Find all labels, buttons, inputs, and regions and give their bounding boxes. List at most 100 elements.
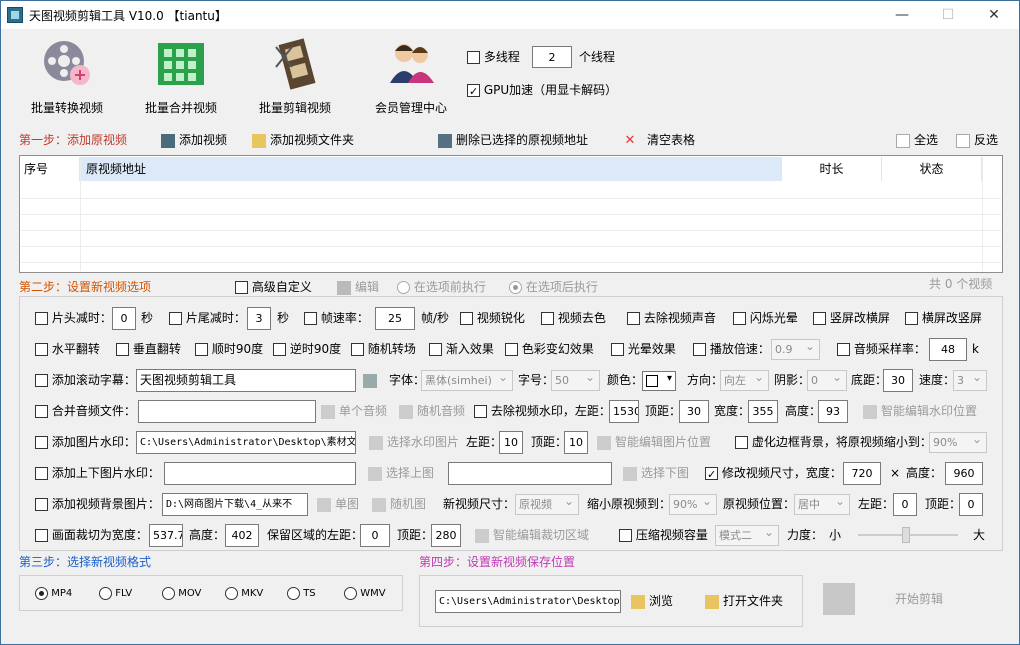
h2v-checkbox[interactable] bbox=[905, 312, 918, 325]
clear-table-button[interactable]: ✕ 清空表格 bbox=[623, 130, 695, 150]
rot90-checkbox[interactable] bbox=[195, 343, 208, 356]
rotm90-option[interactable]: 逆时90度 bbox=[273, 339, 341, 359]
blur-select[interactable]: 90% bbox=[929, 432, 987, 453]
col-duration[interactable]: 时长 bbox=[782, 157, 882, 181]
start-button[interactable]: 开始剪辑 bbox=[895, 589, 943, 609]
tail-cut-option[interactable]: 片尾减时： bbox=[169, 308, 246, 328]
fadein-option[interactable]: 渐入效果 bbox=[429, 339, 494, 359]
multithread-option[interactable]: 多线程 bbox=[467, 47, 520, 67]
dir-select[interactable]: 向左 bbox=[720, 370, 769, 391]
blur-bg-checkbox[interactable] bbox=[735, 436, 748, 449]
crop-width-input[interactable]: 537.7 bbox=[149, 524, 183, 547]
light-checkbox[interactable] bbox=[611, 343, 624, 356]
remove-audio-option[interactable]: 去除视频声音 bbox=[627, 308, 716, 328]
tb-wm-checkbox[interactable] bbox=[35, 467, 48, 480]
format-mp4[interactable]: MP4 bbox=[35, 584, 72, 604]
sharpen-checkbox[interactable] bbox=[460, 312, 473, 325]
shadow-select[interactable]: 0 bbox=[807, 370, 847, 391]
light-option[interactable]: 光晕效果 bbox=[611, 339, 676, 359]
col-path[interactable]: 原视频地址 bbox=[86, 157, 782, 181]
invert-button[interactable]: 反选 bbox=[956, 130, 998, 150]
crop-checkbox[interactable] bbox=[35, 529, 48, 542]
scroll-text-checkbox[interactable] bbox=[35, 374, 48, 387]
tb-wm-option[interactable]: 添加上下图片水印： bbox=[35, 463, 160, 483]
random-audio-button[interactable]: 随机音频 bbox=[399, 401, 465, 421]
remove-wm-checkbox[interactable] bbox=[474, 405, 487, 418]
font-select[interactable]: 黑体(simhei) bbox=[421, 370, 513, 391]
before-option[interactable]: 在选项前执行 bbox=[397, 277, 486, 297]
bottom-input[interactable]: 30 bbox=[883, 369, 913, 392]
before-radio[interactable] bbox=[397, 281, 410, 294]
bg-img-path-input[interactable]: D:\网商图片下载\4_从来不 bbox=[162, 493, 308, 516]
top-img-input[interactable] bbox=[164, 462, 356, 485]
color-effect-checkbox[interactable] bbox=[505, 343, 518, 356]
blur-bg-option[interactable]: 虚化边框背景，将原视频缩小到： bbox=[735, 432, 932, 452]
bg-left-input[interactable]: 0 bbox=[893, 493, 917, 516]
batch-convert-button[interactable]: 批量转换视频 bbox=[17, 37, 117, 116]
single-img-button[interactable]: 单图 bbox=[317, 494, 359, 514]
random-trans-option[interactable]: 随机转场 bbox=[351, 339, 416, 359]
mode-select[interactable]: 模式二 bbox=[715, 525, 779, 546]
decolor-checkbox[interactable] bbox=[541, 312, 554, 325]
scroll-text-option[interactable]: 添加滚动字幕： bbox=[35, 370, 136, 390]
bottom-img-input[interactable] bbox=[448, 462, 612, 485]
vflip-checkbox[interactable] bbox=[116, 343, 129, 356]
choose-bottom-button[interactable]: 选择下图 bbox=[623, 463, 689, 483]
sample-option[interactable]: 音频采样率： bbox=[837, 339, 926, 359]
col-index[interactable]: 序号 bbox=[24, 157, 80, 181]
smart-img-button[interactable]: 智能编辑图片位置 bbox=[597, 432, 711, 452]
edit-button[interactable]: 编辑 bbox=[337, 277, 379, 297]
flash-option[interactable]: 闪烁光晕 bbox=[733, 308, 798, 328]
tail-cut-input[interactable]: 3 bbox=[247, 307, 271, 330]
hflip-checkbox[interactable] bbox=[35, 343, 48, 356]
advanced-checkbox[interactable] bbox=[235, 281, 248, 294]
speed-option[interactable]: 播放倍速： bbox=[693, 339, 770, 359]
format-ts-radio[interactable] bbox=[287, 586, 300, 600]
size-select[interactable]: 50 bbox=[551, 370, 600, 391]
after-radio[interactable] bbox=[509, 281, 522, 294]
smart-wm-button[interactable]: 智能编辑水印位置 bbox=[863, 401, 977, 421]
rotm90-checkbox[interactable] bbox=[273, 343, 286, 356]
resize-option[interactable]: 修改视频尺寸，宽度： bbox=[705, 463, 842, 485]
img-top-input[interactable]: 10 bbox=[564, 431, 588, 454]
format-wmv-radio[interactable] bbox=[344, 586, 357, 600]
bg-img-checkbox[interactable] bbox=[35, 498, 48, 511]
format-flv-radio[interactable] bbox=[99, 586, 112, 600]
v2h-checkbox[interactable] bbox=[813, 312, 826, 325]
compress-option[interactable]: 压缩视频容量 bbox=[619, 525, 708, 545]
wm-left-input[interactable]: 1530 bbox=[609, 400, 639, 423]
head-cut-checkbox[interactable] bbox=[35, 312, 48, 325]
sample-input[interactable]: 48 bbox=[929, 338, 967, 361]
fps-checkbox[interactable] bbox=[304, 312, 317, 325]
h2v-option[interactable]: 横屏改竖屏 bbox=[905, 308, 982, 328]
multithread-checkbox[interactable] bbox=[467, 51, 480, 64]
select-all-button[interactable]: 全选 bbox=[896, 130, 938, 150]
audio-path-input[interactable] bbox=[138, 400, 316, 423]
wm-top-input[interactable]: 30 bbox=[679, 400, 709, 423]
fps-option[interactable]: 帧速率： bbox=[304, 308, 369, 328]
resize-width-input[interactable]: 720 bbox=[843, 462, 881, 485]
delete-selected-button[interactable]: 删除已选择的原视频地址 bbox=[438, 130, 588, 150]
pos-select[interactable]: 居中 bbox=[794, 494, 850, 515]
gpu-checkbox[interactable] bbox=[467, 82, 480, 102]
open-folder-button[interactable]: 打开文件夹 bbox=[705, 591, 783, 611]
maximize-button[interactable]: ☐ bbox=[925, 1, 971, 29]
format-ts[interactable]: TS bbox=[287, 584, 316, 604]
after-option[interactable]: 在选项后执行 bbox=[509, 277, 598, 297]
keep-left-input[interactable]: 0 bbox=[360, 524, 390, 547]
fadein-checkbox[interactable] bbox=[429, 343, 442, 356]
random-img-button[interactable]: 随机图 bbox=[372, 494, 426, 514]
sample-checkbox[interactable] bbox=[837, 343, 850, 356]
img-left-input[interactable]: 10 bbox=[499, 431, 523, 454]
img-wm-option[interactable]: 添加图片水印： bbox=[35, 432, 136, 452]
smart-crop-button[interactable]: 智能编辑裁切区域 bbox=[475, 525, 589, 545]
add-folder-button[interactable]: 添加视频文件夹 bbox=[252, 130, 354, 150]
browse-button[interactable]: 浏览 bbox=[631, 591, 673, 611]
head-cut-input[interactable]: 0 bbox=[112, 307, 136, 330]
format-mp4-radio[interactable] bbox=[35, 586, 48, 600]
add-video-button[interactable]: 添加视频 bbox=[161, 130, 227, 150]
keep-top-input[interactable]: 280 bbox=[431, 524, 461, 547]
speed-checkbox[interactable] bbox=[693, 343, 706, 356]
member-center-button[interactable]: 会员管理中心 bbox=[361, 37, 461, 116]
text-style-icon[interactable] bbox=[363, 370, 381, 390]
